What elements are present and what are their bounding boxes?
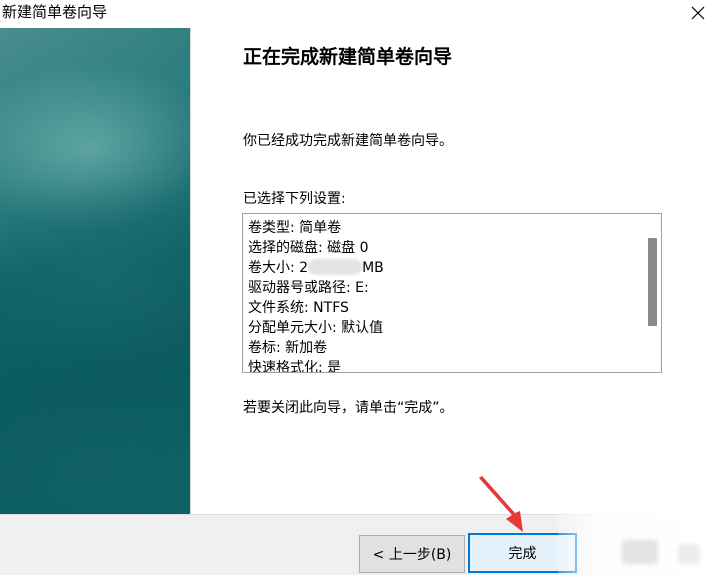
settings-item-volume-size: 卷大小: 2 MB	[248, 258, 638, 278]
wizard-side-banner	[0, 28, 190, 514]
close-instruction: 若要关闭此向导，请单击“完成”。	[243, 400, 454, 416]
settings-item-drive-letter: 驱动器号或路径: E:	[248, 280, 369, 296]
settings-item-allocation-unit: 分配单元大小: 默认值	[248, 320, 384, 336]
volume-size-unit: MB	[362, 260, 384, 276]
settings-list: 卷类型: 简单卷 选择的磁盘: 磁盘 0 卷大小: 2 MB 驱动器号或路径: E…	[248, 218, 638, 373]
settings-label: 已选择下列设置:	[243, 191, 346, 207]
scrollbar-thumb[interactable]	[648, 238, 657, 326]
settings-item-volume-type: 卷类型: 简单卷	[248, 220, 342, 236]
settings-item-volume-label: 卷标: 新加卷	[248, 340, 328, 356]
wizard-window: 新建简单卷向导 正在完成新建简单卷向导 你已经成功完成新建简单卷向导。 已选择下…	[0, 0, 720, 575]
settings-item-disk: 选择的磁盘: 磁盘 0	[248, 240, 369, 256]
redacted-value	[308, 259, 363, 275]
window-title: 新建简单卷向导	[2, 3, 108, 21]
volume-size-prefix: 卷大小: 2	[248, 260, 309, 276]
divider	[190, 28, 191, 514]
settings-item-quick-format: 快速格式化: 是	[248, 360, 342, 373]
settings-item-file-system: 文件系统: NTFS	[248, 300, 349, 316]
title-bar: 新建简单卷向导	[0, 0, 720, 28]
page-title: 正在完成新建简单卷向导	[243, 46, 453, 68]
blurred-watermark	[622, 540, 658, 564]
vertical-scrollbar[interactable]	[644, 214, 661, 372]
annotation-arrow-icon	[479, 476, 523, 532]
settings-summary-box[interactable]: 卷类型: 简单卷 选择的磁盘: 磁盘 0 卷大小: 2 MB 驱动器号或路径: E…	[242, 213, 662, 373]
close-icon	[691, 6, 705, 20]
success-message: 你已经成功完成新建简单卷向导。	[243, 133, 453, 149]
back-button[interactable]: < 上一步(B)	[359, 535, 465, 573]
close-button[interactable]	[676, 0, 720, 26]
blurred-watermark-2	[678, 544, 700, 564]
